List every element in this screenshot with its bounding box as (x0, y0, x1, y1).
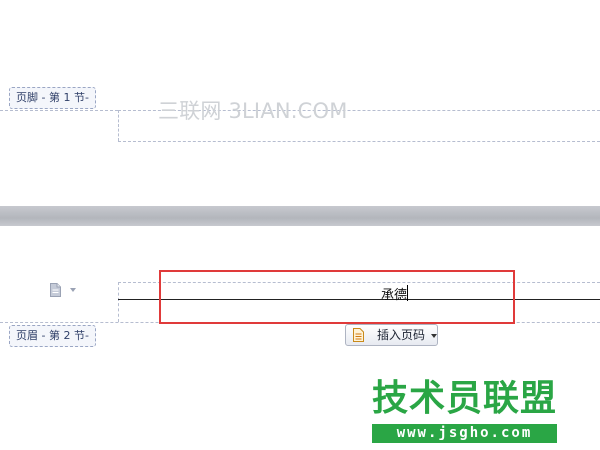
footer-top-guide-left (0, 110, 118, 111)
footer-section-tag-label: 页脚 - 第 1 节- (16, 91, 89, 104)
chevron-down-icon[interactable] (70, 288, 76, 292)
site-logo-url: www.jsgho.com (372, 424, 557, 443)
page-number-icon (353, 328, 364, 342)
insert-page-number-label: 插入页码 (377, 328, 426, 342)
header-section-tag-label: 页眉 - 第 2 节- (16, 329, 89, 342)
dropdown-arrow-icon (431, 334, 437, 338)
site-logo-text: 技术员联盟 (372, 378, 558, 419)
footer-bottom-guide (118, 141, 600, 142)
footer-left-guide (118, 110, 119, 141)
document-icon[interactable] (50, 283, 61, 297)
insert-page-number-button[interactable]: 插入页码 (345, 324, 438, 346)
footer-section-tag: 页脚 - 第 1 节- (9, 87, 96, 109)
highlight-box (159, 270, 515, 324)
watermark: 三联网 3LIAN.COM (158, 99, 348, 123)
page-gap-band (0, 206, 600, 226)
header-left-guide (118, 282, 119, 322)
header-section-tag: 页眉 - 第 2 节- (9, 325, 96, 347)
